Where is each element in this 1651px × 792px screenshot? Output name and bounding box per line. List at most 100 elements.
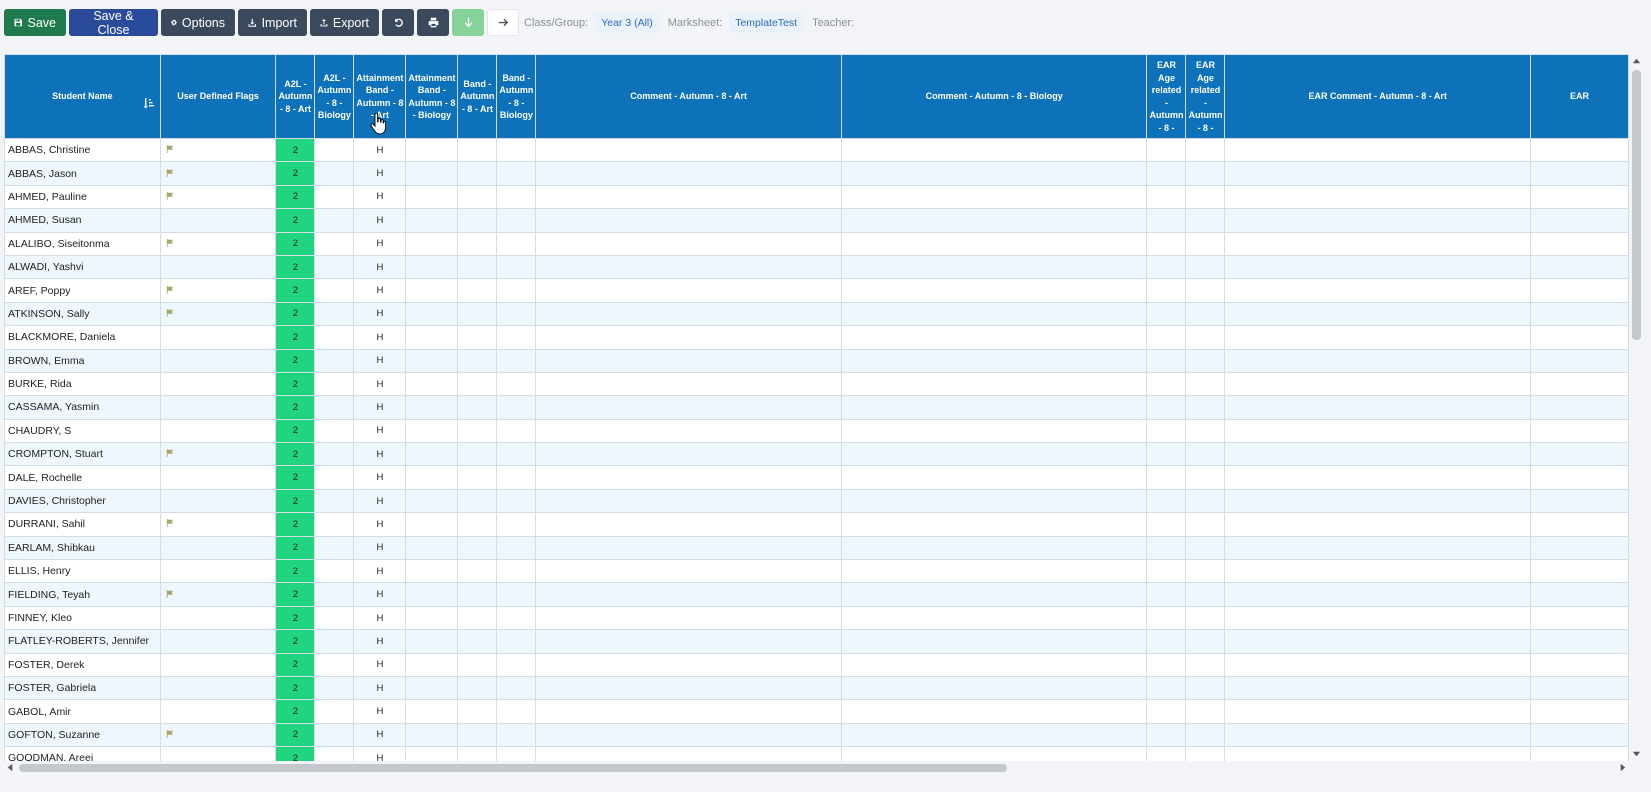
band-biology-cell[interactable] [496,629,537,654]
a2l-biology-cell[interactable] [314,652,355,677]
a2l-biology-cell[interactable] [314,325,355,350]
attainment-band-art-cell[interactable]: H [353,559,407,584]
comment-biology-cell[interactable] [840,699,1148,724]
ear-age-related-cell[interactable] [1146,208,1187,233]
user-defined-flags-cell[interactable] [159,371,277,397]
comment-biology-cell[interactable] [840,137,1148,163]
a2l-art-cell[interactable]: 2 [275,395,316,420]
ear-cell[interactable] [1529,325,1629,350]
user-defined-flags-cell[interactable] [159,629,277,654]
band-art-cell[interactable] [457,184,498,210]
ear-age-related-cell[interactable] [1146,488,1187,514]
ear-age-related-cell[interactable] [1185,652,1226,677]
a2l-art-cell[interactable]: 2 [275,278,316,303]
ear-age-related-cell[interactable] [1185,746,1226,761]
comment-biology-cell[interactable] [840,512,1148,537]
comment-art-cell[interactable] [535,605,842,631]
a2l-art-cell[interactable]: 2 [275,629,316,654]
column-header-band-art[interactable]: Band - Autumn - 8 - Art [457,54,498,139]
attainment-band-art-cell[interactable]: H [353,208,407,233]
a2l-art-cell[interactable]: 2 [275,231,316,256]
ear-comment-art-cell[interactable] [1224,722,1531,748]
a2l-biology-cell[interactable] [314,699,355,724]
band-art-cell[interactable] [457,301,498,327]
attainment-band-biology-cell[interactable] [405,301,459,327]
user-defined-flags-cell[interactable] [159,535,277,561]
attainment-band-art-cell[interactable]: H [353,652,407,677]
student-name-cell[interactable]: CHAUDRY, S [4,418,161,444]
table-row[interactable]: AREF, Poppy 2 H [4,278,1629,303]
student-name-cell[interactable]: GOODMAN, Areej [4,746,161,761]
ear-age-related-cell[interactable] [1185,325,1226,350]
attainment-band-biology-cell[interactable] [405,652,459,677]
ear-age-related-cell[interactable] [1185,582,1226,607]
student-name-cell[interactable]: CASSAMA, Yasmin [4,395,161,420]
attainment-band-biology-cell[interactable] [405,442,459,467]
attainment-band-biology-cell[interactable] [405,465,459,490]
ear-age-related-cell[interactable] [1185,629,1226,654]
attainment-band-biology-cell[interactable] [405,184,459,210]
ear-age-related-cell[interactable] [1146,442,1187,467]
table-row[interactable]: DALE, Rochelle 2 H [4,465,1629,490]
comment-art-cell[interactable] [535,395,842,420]
ear-comment-art-cell[interactable] [1224,605,1531,631]
comment-art-cell[interactable] [535,231,842,256]
student-name-cell[interactable]: DALE, Rochelle [4,465,161,490]
comment-art-cell[interactable] [535,208,842,233]
student-name-cell[interactable]: AHMED, Pauline [4,184,161,210]
ear-cell[interactable] [1529,418,1629,444]
a2l-art-cell[interactable]: 2 [275,208,316,233]
comment-biology-cell[interactable] [840,722,1148,748]
a2l-biology-cell[interactable] [314,231,355,256]
ear-age-related-cell[interactable] [1146,161,1187,186]
user-defined-flags-cell[interactable] [159,184,277,210]
comment-art-cell[interactable] [535,675,842,701]
user-defined-flags-cell[interactable] [159,278,277,303]
attainment-band-biology-cell[interactable] [405,395,459,420]
table-row[interactable]: BLACKMORE, Daniela 2 H [4,325,1629,350]
attainment-band-art-cell[interactable]: H [353,301,407,327]
comment-art-cell[interactable] [535,535,842,561]
attainment-band-biology-cell[interactable] [405,746,459,761]
comment-biology-cell[interactable] [840,161,1148,186]
band-art-cell[interactable] [457,395,498,420]
user-defined-flags-cell[interactable] [159,348,277,373]
band-biology-cell[interactable] [496,208,537,233]
scroll-left-arrow-icon[interactable] [6,763,15,772]
attainment-band-art-cell[interactable]: H [353,488,407,514]
band-biology-cell[interactable] [496,535,537,561]
column-header-student-name[interactable]: Student Name [4,54,161,139]
band-biology-cell[interactable] [496,582,537,607]
ear-age-related-cell[interactable] [1146,582,1187,607]
a2l-art-cell[interactable]: 2 [275,254,316,280]
student-name-cell[interactable]: FINNEY, Kleo [4,605,161,631]
ear-age-related-cell[interactable] [1146,675,1187,701]
user-defined-flags-cell[interactable] [159,746,277,761]
scroll-right-arrow-icon[interactable] [1618,763,1627,772]
band-art-cell[interactable] [457,699,498,724]
a2l-art-cell[interactable]: 2 [275,605,316,631]
column-header-ear-partial[interactable]: EAR [1529,54,1629,139]
user-defined-flags-cell[interactable] [159,231,277,256]
a2l-biology-cell[interactable] [314,442,355,467]
student-name-cell[interactable]: FOSTER, Derek [4,652,161,677]
attainment-band-biology-cell[interactable] [405,418,459,444]
vertical-scrollbar[interactable] [1629,54,1644,761]
ear-cell[interactable] [1529,535,1629,561]
band-biology-cell[interactable] [496,184,537,210]
ear-age-related-cell[interactable] [1185,418,1226,444]
comment-biology-cell[interactable] [840,371,1148,397]
student-name-cell[interactable]: BLACKMORE, Daniela [4,325,161,350]
student-name-cell[interactable]: FOSTER, Gabriela [4,675,161,701]
ear-comment-art-cell[interactable] [1224,746,1531,761]
scroll-down-arrow-icon[interactable] [1632,749,1641,758]
user-defined-flags-cell[interactable] [159,699,277,724]
comment-biology-cell[interactable] [840,301,1148,327]
ear-cell[interactable] [1529,161,1629,186]
ear-age-related-cell[interactable] [1146,629,1187,654]
band-biology-cell[interactable] [496,418,537,444]
comment-art-cell[interactable] [535,348,842,373]
ear-cell[interactable] [1529,137,1629,163]
ear-cell[interactable] [1529,512,1629,537]
ear-cell[interactable] [1529,582,1629,607]
